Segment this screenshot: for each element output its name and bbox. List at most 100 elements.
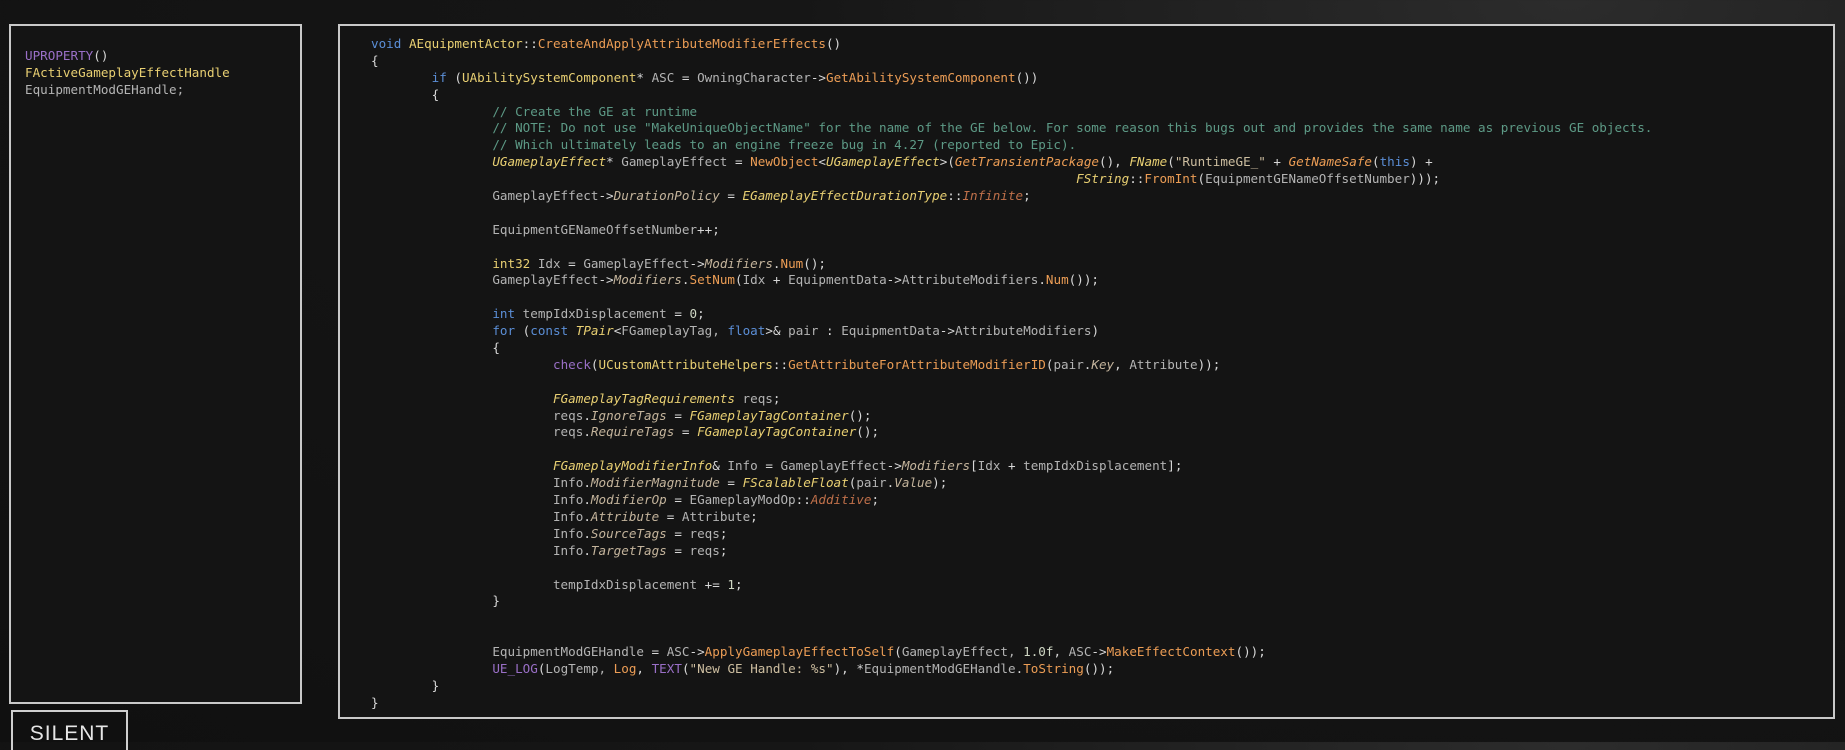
- code-token-punct: =: [765, 458, 773, 474]
- code-token-punct: ) +: [1409, 154, 1433, 170]
- code-token-punct: *: [636, 69, 644, 85]
- code-token-typei: FGameplayTagContainer: [697, 424, 857, 440]
- code-token-var: tempIdxDisplacement: [515, 306, 675, 322]
- code-token-punct: ::: [1129, 171, 1145, 187]
- code-token-member: ModifierOp: [590, 492, 667, 508]
- code-line: GameplayEffect->Modifiers.SetNum(Idx + E…: [371, 272, 1652, 289]
- code-token-macro: UE_LOG: [492, 660, 538, 676]
- code-token-kw: int: [492, 306, 516, 322]
- code-token-kw: const: [530, 323, 569, 339]
- code-token-var: GameplayEffect: [371, 272, 599, 288]
- code-line: {: [371, 340, 1652, 357]
- code-line: UGameplayEffect* GameplayEffect = NewObj…: [371, 154, 1652, 171]
- code-token-macro: check: [552, 356, 591, 372]
- code-token-punct: =: [734, 154, 743, 170]
- code-token-kw: for: [492, 323, 516, 339]
- code-token-punct: ++;: [697, 221, 720, 237]
- code-token-punct: ());: [1083, 660, 1115, 676]
- code-token-var: AttributeModifiers: [901, 272, 1039, 288]
- code-token-type: AEquipmentActor: [408, 36, 523, 51]
- code-token-typei: FGameplayTagContainer: [689, 407, 849, 423]
- code-token-type: UCustomAttributeHelpers: [598, 356, 773, 372]
- code-token-punct: =: [651, 644, 660, 660]
- code-line: {: [371, 87, 1652, 104]
- code-token-member: SourceTags: [590, 525, 667, 541]
- code-token-punct: ();: [803, 255, 827, 271]
- code-token-member: Modifiers: [613, 272, 682, 288]
- silent-badge: SILENT: [11, 710, 128, 750]
- code-token-punct: ): [1091, 323, 1100, 339]
- code-token-punct: >(: [939, 154, 955, 170]
- code-token-punct: .: [1038, 272, 1046, 288]
- code-token-member: IgnoreTags: [590, 407, 667, 423]
- code-line: // Which ultimately leads to an engine f…: [371, 137, 1652, 154]
- code-token-punct: ));: [1197, 356, 1221, 372]
- code-token-kw: void: [371, 36, 402, 51]
- code-token-punct: ();: [856, 424, 880, 440]
- code-token-member: Value: [894, 475, 933, 491]
- code-line: UE_LOG(LogTemp, Log, TEXT("New GE Handle…: [371, 661, 1652, 678]
- code-token-var: pair: [1053, 356, 1084, 372]
- code-token-punct: ;: [734, 576, 743, 592]
- code-line: // NOTE: Do not use "MakeUniqueObjectNam…: [371, 120, 1652, 137]
- code-token-punct: ->: [1091, 644, 1107, 660]
- code-token-punct: .: [583, 508, 591, 524]
- code-line: if (UAbilitySystemComponent* ASC = Ownin…: [371, 70, 1652, 87]
- code-token-punct: +: [1008, 458, 1016, 474]
- code-token-var: OwningCharacter: [689, 69, 811, 85]
- code-token-punct: );: [932, 475, 948, 491]
- code-line: FGameplayModifierInfo& Info = GameplayEf…: [371, 458, 1652, 475]
- code-token-type: UAbilitySystemComponent: [462, 69, 637, 85]
- code-line: }: [371, 695, 1652, 712]
- code-line: FString::FromInt(EquipmentGENameOffsetNu…: [371, 171, 1652, 188]
- code-token-member: Modifiers: [901, 458, 971, 474]
- code-token-punct: ::: [522, 36, 538, 51]
- code-token-fn: NewObject: [750, 154, 819, 170]
- code-line: Info.SourceTags = reqs;: [371, 526, 1652, 543]
- code-token-var: ASC: [1068, 644, 1092, 660]
- code-token-var: EquipmentGENameOffsetNumber: [1205, 171, 1410, 187]
- code-token-enum: Additive: [810, 492, 872, 508]
- code-token-kw: this: [1379, 154, 1410, 170]
- code-line: }: [371, 678, 1652, 695]
- code-token-punct: ;: [719, 525, 728, 541]
- code-token-var: [371, 323, 492, 338]
- code-token-num: 0: [681, 306, 698, 322]
- code-token-punct: ,: [1114, 356, 1130, 372]
- code-token-typei: FScalableFloat: [742, 475, 849, 491]
- code-token-punct: }: [492, 593, 500, 609]
- property-code-block: UPROPERTY() FActiveGameplayEffectHandle Eq…: [25, 48, 230, 99]
- code-line: Info.ModifierMagnitude = FScalableFloat(…: [371, 475, 1652, 492]
- code-token-punct: ::: [947, 188, 963, 204]
- code-token-punct: ), *: [833, 660, 864, 676]
- code-token-punct: +: [1265, 154, 1289, 170]
- code-token-enum: Infinite: [962, 188, 1024, 204]
- code-token-var: EquipmentData: [833, 323, 940, 339]
- code-token-fn: MakeEffectContext: [1106, 644, 1236, 660]
- code-token-var: Idx: [742, 272, 773, 288]
- code-token-type: FActiveGameplayEffectHandle: [25, 64, 230, 80]
- code-token-punct: +=: [704, 576, 720, 592]
- code-token-punct: (): [825, 36, 842, 51]
- code-token-var: [371, 357, 553, 372]
- code-token-var: Idx: [530, 255, 569, 271]
- code-token-punct: =: [666, 407, 690, 423]
- code-token-var: reqs: [371, 407, 584, 423]
- code-token-member: RequireTags: [590, 424, 675, 440]
- code-token-var: [371, 70, 432, 85]
- code-token-punct: {: [431, 86, 440, 102]
- code-token-var: ASC: [659, 644, 690, 660]
- code-token-punct: ,: [636, 660, 652, 676]
- code-token-var: FGameplayTag,: [621, 323, 728, 339]
- code-token-var: [371, 120, 492, 135]
- code-token-var: [371, 137, 492, 152]
- function-code-panel: void AEquipmentActor::CreateAndApplyAttr…: [338, 24, 1835, 719]
- code-token-var: pair: [856, 475, 887, 491]
- code-token-punct: (: [1167, 154, 1175, 170]
- code-token-var: [371, 340, 492, 355]
- code-token-punct: [: [970, 458, 978, 474]
- function-code-block: void AEquipmentActor::CreateAndApplyAttr…: [371, 36, 1652, 712]
- code-token-fn: FromInt: [1144, 171, 1198, 187]
